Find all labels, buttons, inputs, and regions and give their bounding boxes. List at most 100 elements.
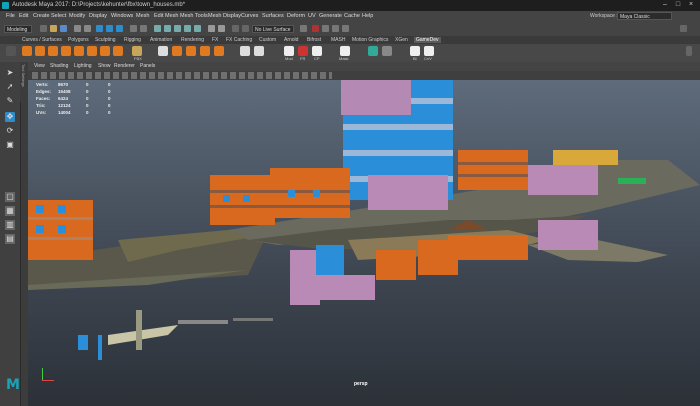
grid-icon[interactable] (382, 46, 392, 56)
tab-custom[interactable]: Custom (259, 37, 276, 43)
tab-fx-caching[interactable]: FX Caching (226, 37, 252, 43)
select-component-icon[interactable] (116, 25, 123, 32)
layout-side-icon[interactable]: ▥ (5, 220, 15, 230)
menu-edit-mesh[interactable]: Edit Mesh (154, 13, 178, 19)
input-output-icon[interactable] (208, 25, 215, 32)
menu-windows[interactable]: Windows (111, 13, 133, 19)
mask-icon[interactable] (340, 46, 350, 56)
menu-surfaces[interactable]: Surfaces (262, 13, 284, 19)
paint-select-icon[interactable]: ✎ (5, 96, 15, 106)
menu-display[interactable]: Display (89, 13, 107, 19)
smooth-icon[interactable] (240, 46, 250, 56)
menu-deform[interactable]: Deform (287, 13, 305, 19)
single-view-icon[interactable]: ▢ (5, 192, 15, 202)
tab-sculpting[interactable]: Sculpting (95, 37, 116, 43)
menu-mesh-display[interactable]: Mesh Display (208, 13, 241, 19)
tab-curves-surfaces[interactable]: Curves / Surfaces (22, 37, 62, 43)
minimize-icon[interactable]: – (660, 1, 670, 9)
menu-help[interactable]: Help (362, 13, 373, 19)
redo-icon[interactable] (84, 25, 91, 32)
layout-outliner-icon[interactable]: ▤ (5, 234, 15, 244)
fbx-export-icon[interactable] (132, 46, 142, 56)
extrude-icon[interactable] (200, 46, 210, 56)
tab-rigging[interactable]: Rigging (124, 37, 141, 43)
menu-create[interactable]: Create (33, 13, 50, 19)
mirror-icon[interactable] (172, 46, 182, 56)
tab-fx[interactable]: FX (212, 37, 218, 43)
menu-mesh-tools[interactable]: Mesh Tools (180, 13, 208, 19)
combine-icon[interactable] (254, 46, 264, 56)
poly-sphere-icon[interactable] (35, 46, 45, 56)
poly-plane-icon[interactable] (74, 46, 84, 56)
lasso-tool-icon[interactable]: ➚ (5, 82, 15, 92)
multi-cut-icon[interactable] (158, 46, 168, 56)
panel-menu-show[interactable]: Show (98, 63, 111, 69)
close-icon[interactable]: × (686, 1, 696, 9)
construction-history-icon[interactable] (218, 25, 225, 32)
panel-menu-lighting[interactable]: Lighting (74, 63, 92, 69)
menu-set-dropdown[interactable]: Modeling (4, 25, 32, 33)
menu-generate[interactable]: Generate (319, 13, 342, 19)
convert-icon[interactable] (424, 46, 434, 56)
center-pivot-icon[interactable] (312, 46, 322, 56)
tab-gamedev[interactable]: GameDev (414, 37, 441, 43)
panel-toggle-icon[interactable] (680, 25, 687, 32)
scale-tool-icon[interactable]: ▣ (5, 140, 15, 150)
workspace-dropdown[interactable]: Maya Classic (617, 12, 672, 20)
shelf-scroll-icon[interactable] (686, 46, 692, 56)
rotate-tool-icon[interactable]: ⟳ (5, 126, 15, 136)
move-tool-icon[interactable]: ✥ (5, 112, 15, 122)
menu-modify[interactable]: Modify (69, 13, 85, 19)
lock-selection-icon[interactable] (130, 25, 137, 32)
hypershade-icon[interactable] (332, 25, 339, 32)
modify-icon[interactable] (284, 46, 294, 56)
blend-icon[interactable] (410, 46, 420, 56)
four-view-icon[interactable]: ▦ (5, 206, 15, 216)
panel-menu-panels[interactable]: Panels (140, 63, 155, 69)
tab-bifrost[interactable]: Bifrost (307, 37, 321, 43)
select-object-icon[interactable] (106, 25, 113, 32)
tab-rendering[interactable]: Rendering (181, 37, 204, 43)
render-icon[interactable] (232, 25, 239, 32)
render-setup-icon[interactable] (342, 25, 349, 32)
menu-edit[interactable]: Edit (19, 13, 28, 19)
tab-xgen[interactable]: XGen (395, 37, 408, 43)
highlight-selection-icon[interactable] (140, 25, 147, 32)
snap-curve-icon[interactable] (164, 25, 171, 32)
poly-cube-icon[interactable] (22, 46, 32, 56)
uv-editor-icon[interactable] (368, 46, 378, 56)
render-view-icon[interactable] (312, 25, 319, 32)
select-hierarchy-icon[interactable] (96, 25, 103, 32)
panel-menu-shading[interactable]: Shading (50, 63, 68, 69)
symmetry-icon[interactable] (300, 25, 307, 32)
viewport-3d[interactable]: Verts: 8670 0 0 Edges: 15408 0 0 Faces: … (28, 80, 700, 406)
bevel-icon[interactable] (186, 46, 196, 56)
tab-arnold[interactable]: Arnold (284, 37, 298, 43)
shelf-settings-icon[interactable] (6, 46, 16, 56)
panel-toolbar-icons[interactable] (32, 72, 332, 79)
snap-live-icon[interactable] (194, 25, 201, 32)
menu-uv[interactable]: UV (308, 13, 316, 19)
tab-polygons[interactable]: Polygons (68, 37, 89, 43)
menu-mesh[interactable]: Mesh (136, 13, 149, 19)
select-tool-icon[interactable]: ➤ (5, 68, 15, 78)
panel-menu-view[interactable]: View (34, 63, 45, 69)
menu-cache[interactable]: Cache (344, 13, 360, 19)
menu-select[interactable]: Select (51, 13, 66, 19)
freeze-icon[interactable] (298, 46, 308, 56)
new-scene-icon[interactable] (40, 25, 47, 32)
save-scene-icon[interactable] (60, 25, 67, 32)
ipr-render-icon[interactable] (242, 25, 249, 32)
poly-prism-icon[interactable] (113, 46, 123, 56)
snap-view-plane-icon[interactable] (184, 25, 191, 32)
panel-menu-renderer[interactable]: Renderer (114, 63, 135, 69)
menu-curves[interactable]: Curves (241, 13, 258, 19)
poly-torus-icon[interactable] (87, 46, 97, 56)
tab-motion-graphics[interactable]: Motion Graphics (352, 37, 388, 43)
poly-cone-icon[interactable] (61, 46, 71, 56)
live-surface-field[interactable]: No Live Surface (252, 25, 294, 33)
poly-pipe-icon[interactable] (100, 46, 110, 56)
maximize-icon[interactable]: □ (673, 1, 683, 9)
tab-animation[interactable]: Animation (150, 37, 172, 43)
snap-point-icon[interactable] (174, 25, 181, 32)
